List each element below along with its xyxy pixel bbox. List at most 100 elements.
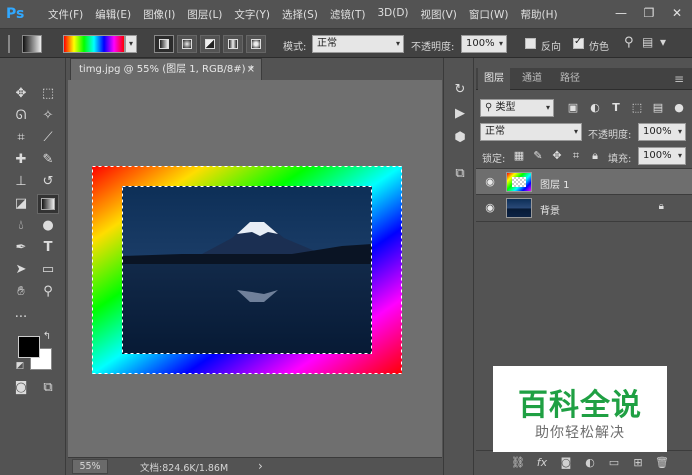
gradient-dropdown-chevron-icon[interactable]: ▾	[125, 35, 137, 53]
more-tools-icon[interactable]: ···	[10, 308, 32, 328]
marquee-tool-icon[interactable]: ⬚	[37, 84, 59, 104]
clone-stamp-tool-icon[interactable]: ⊥	[10, 172, 32, 192]
brush-tool-icon[interactable]: ✎	[37, 150, 59, 170]
panel-menu-icon[interactable]: ≡	[668, 68, 690, 90]
move-tool-icon[interactable]: ✥	[10, 84, 32, 104]
document-tab[interactable]: timg.jpg @ 55% (图层 1, RGB/8#) * ×	[70, 58, 262, 80]
opacity-input[interactable]: 100% ▾	[461, 35, 507, 53]
linear-gradient-button[interactable]	[154, 35, 174, 53]
layer-filter-select[interactable]: ⚲ 类型 ▾	[480, 99, 554, 117]
zoom-tool-icon[interactable]: ⚲	[37, 282, 59, 302]
chevron-down-icon: ▾	[677, 151, 682, 160]
dodge-tool-icon[interactable]: ●	[37, 216, 59, 236]
restore-button[interactable]: ❐	[640, 4, 658, 22]
3d-panel-icon[interactable]: ⬢	[450, 128, 470, 148]
layer-opacity-input[interactable]: 100% ▾	[638, 123, 686, 141]
eraser-tool-icon[interactable]: ◪	[10, 194, 32, 214]
layers-panel-footer: ⛓︎ fx ◙ ◐ ▭ ⊞ 🗑︎	[476, 450, 692, 475]
filter-toggle-icon[interactable]: ●	[672, 101, 686, 115]
diamond-gradient-button[interactable]	[246, 35, 266, 53]
lock-pixels-icon[interactable]: ✎	[531, 149, 545, 163]
type-tool-icon[interactable]: T	[37, 238, 59, 258]
minimize-button[interactable]: —	[612, 4, 630, 22]
blur-tool-icon[interactable]: 💧︎	[10, 216, 32, 236]
add-mask-icon[interactable]: ◙	[558, 455, 574, 471]
reflected-gradient-button[interactable]	[223, 35, 243, 53]
layer-row[interactable]: ◉ 图层 1	[476, 168, 692, 195]
radial-gradient-button[interactable]	[177, 35, 197, 53]
dither-checkbox[interactable]	[573, 36, 584, 49]
layer-blend-mode-select[interactable]: 正常 ▾	[480, 123, 582, 141]
fill-input[interactable]: 100% ▾	[638, 147, 686, 165]
eyedropper-tool-icon[interactable]: ⟋	[37, 128, 59, 148]
menu-window[interactable]: 窗口(W)	[463, 7, 515, 22]
lock-all-icon[interactable]: 🔒︎	[588, 149, 602, 163]
zoom-level[interactable]: 55%	[72, 459, 108, 474]
link-layers-icon[interactable]: ⛓︎	[510, 455, 526, 471]
menu-select[interactable]: 选择(S)	[276, 7, 324, 22]
menu-edit[interactable]: 编辑(E)	[89, 7, 137, 22]
search-icon[interactable]: ⚲	[624, 35, 634, 50]
hand-tool-icon[interactable]: ✋︎	[10, 282, 32, 302]
reverse-label: 反向	[541, 42, 561, 53]
menu-file[interactable]: 文件(F)	[42, 7, 89, 22]
blend-mode-value: 正常	[317, 38, 337, 49]
tool-preset-picker[interactable]	[22, 35, 42, 53]
crop-tool-icon[interactable]: ⌗	[10, 128, 32, 148]
close-tab-icon[interactable]: ×	[247, 59, 255, 81]
magic-wand-tool-icon[interactable]: ✧	[37, 106, 59, 126]
actions-play-icon[interactable]: ▶	[450, 104, 470, 124]
adjustment-filter-icon[interactable]: ◐	[588, 101, 602, 115]
gradient-picker[interactable]	[63, 35, 125, 53]
history-panel-icon[interactable]: ↻	[450, 80, 470, 100]
gradient-tool-icon[interactable]	[37, 194, 59, 214]
history-brush-tool-icon[interactable]: ↺	[37, 172, 59, 192]
properties-panel-icon[interactable]: ⧉	[450, 164, 470, 184]
eye-icon[interactable]: ◉	[483, 201, 497, 215]
document-canvas[interactable]	[92, 166, 402, 374]
workspace-icon[interactable]: ▤	[642, 35, 653, 49]
workspace-dropdown-icon[interactable]: ▾	[660, 35, 666, 49]
fill-value: 100%	[643, 150, 672, 161]
lasso-tool-icon[interactable]: ᘏ	[10, 106, 32, 126]
menu-image[interactable]: 图像(I)	[137, 7, 181, 22]
lock-position-icon[interactable]: ✥	[550, 149, 564, 163]
close-button[interactable]: ✕	[668, 4, 686, 22]
smart-object-filter-icon[interactable]: ▤	[651, 101, 665, 115]
status-menu-arrow-icon[interactable]: ›	[258, 459, 263, 473]
menu-3d[interactable]: 3D(D)	[371, 7, 414, 22]
blend-mode-select[interactable]: 正常 ▾	[312, 35, 404, 53]
new-layer-icon[interactable]: ⊞	[630, 455, 646, 471]
lock-artboard-icon[interactable]: ⌗	[569, 149, 583, 163]
quick-mask-icon[interactable]: ◙	[10, 378, 32, 398]
eye-icon[interactable]: ◉	[483, 175, 497, 189]
lock-transparency-icon[interactable]: ▦	[512, 149, 526, 163]
new-group-icon[interactable]: ▭	[606, 455, 622, 471]
pen-tool-icon[interactable]: ✒	[10, 238, 32, 258]
path-selection-tool-icon[interactable]: ➤	[10, 260, 32, 280]
menu-type[interactable]: 文字(Y)	[228, 7, 276, 22]
delete-layer-icon[interactable]: 🗑︎	[654, 455, 670, 471]
menu-view[interactable]: 视图(V)	[415, 7, 463, 22]
pixel-filter-icon[interactable]: ▣	[566, 101, 580, 115]
reverse-checkbox[interactable]	[525, 38, 536, 49]
swap-colors-icon[interactable]: ↰	[40, 330, 54, 344]
healing-brush-tool-icon[interactable]: ✚	[10, 150, 32, 170]
tool-preset-grip-icon	[8, 35, 22, 53]
screen-mode-icon[interactable]: ⧉	[37, 378, 59, 398]
layer-row[interactable]: ◉ 背景 🔒︎	[476, 195, 692, 222]
shape-filter-icon[interactable]: ⬚	[630, 101, 644, 115]
layer-style-icon[interactable]: fx	[534, 455, 550, 471]
menu-help[interactable]: 帮助(H)	[515, 7, 564, 22]
tab-paths[interactable]: 路径	[554, 68, 586, 90]
angle-gradient-button[interactable]	[200, 35, 220, 53]
menu-layer[interactable]: 图层(L)	[181, 7, 228, 22]
tab-layers[interactable]: 图层	[478, 68, 510, 90]
menu-filter[interactable]: 滤镜(T)	[324, 7, 372, 22]
tab-channels[interactable]: 通道	[516, 68, 548, 90]
adjustment-layer-icon[interactable]: ◐	[582, 455, 598, 471]
type-filter-icon[interactable]: T	[609, 101, 623, 115]
default-colors-icon[interactable]: ◩	[14, 360, 26, 372]
foreground-color-swatch[interactable]	[18, 336, 40, 358]
rectangle-tool-icon[interactable]: ▭	[37, 260, 59, 280]
